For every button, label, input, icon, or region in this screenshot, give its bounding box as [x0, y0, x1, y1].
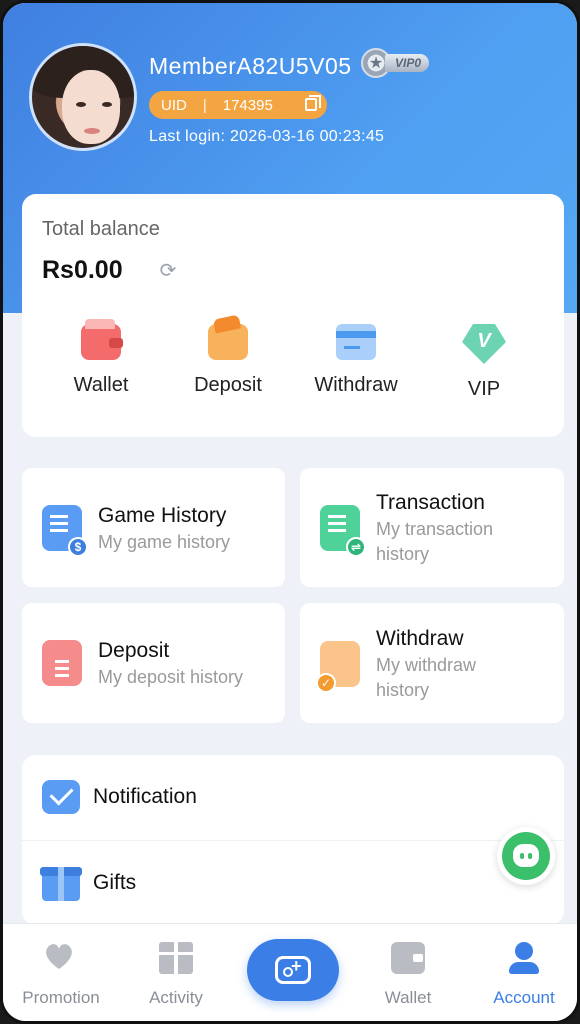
- tile-withdraw-history[interactable]: ✓ Withdraw My withdraw history: [300, 603, 564, 723]
- tile-transaction[interactable]: ⇌ Transaction My transaction history: [300, 468, 564, 587]
- account-screen: MemberA82U5V05 ★ VIP0 UID | 174395 Last …: [0, 0, 580, 1024]
- tab-account[interactable]: Account: [469, 924, 577, 1008]
- quick-action-wallet[interactable]: Wallet: [41, 319, 161, 397]
- uid-value: 174395: [222, 96, 273, 114]
- uid-pill[interactable]: UID | 174395: [149, 91, 327, 119]
- customer-service-chat-button[interactable]: [497, 827, 555, 885]
- copy-icon[interactable]: [305, 95, 321, 111]
- list-item-notification[interactable]: Notification: [22, 755, 564, 839]
- gift-icon: [159, 942, 193, 974]
- gift-icon: [40, 867, 82, 901]
- list-item-gifts[interactable]: Gifts: [22, 840, 564, 924]
- withdraw-card-icon: [336, 324, 376, 360]
- deposit-icon: [208, 324, 248, 360]
- mail-icon: [42, 780, 80, 814]
- tab-wallet[interactable]: Wallet: [353, 924, 463, 1008]
- wallet-icon: [81, 319, 123, 360]
- balance-card: Total balance Rs0.00 ⟳ Wallet Deposit Wi…: [22, 194, 564, 437]
- tile-game-history[interactable]: $ Game History My game history: [22, 468, 285, 587]
- vip-tag: VIP0: [385, 54, 430, 72]
- vip-level-badge: ★ VIP0: [361, 48, 430, 78]
- avatar[interactable]: [29, 43, 137, 151]
- deposit-history-icon: [42, 640, 82, 686]
- balance-value: Rs0.00: [42, 256, 123, 284]
- quick-action-deposit[interactable]: Deposit: [168, 324, 288, 397]
- settings-list: Notification Gifts: [22, 755, 564, 925]
- balance-label: Total balance: [42, 218, 160, 240]
- tile-deposit-history[interactable]: Deposit My deposit history: [22, 603, 285, 723]
- username: MemberA82U5V05: [149, 53, 352, 79]
- vip-diamond-icon: V: [462, 324, 506, 364]
- quick-action-withdraw[interactable]: Withdraw: [296, 324, 416, 397]
- transaction-icon: ⇌: [320, 505, 366, 557]
- wallet-icon: [391, 942, 425, 974]
- chat-bubble-icon: [513, 844, 539, 867]
- tab-promotion[interactable]: Promotion: [6, 924, 116, 1008]
- gamepad-icon: [275, 956, 311, 984]
- refresh-icon[interactable]: ⟳: [156, 260, 180, 282]
- tab-activity[interactable]: Activity: [121, 924, 231, 1008]
- last-login-text: Last login: 2026-03-16 00:23:45: [149, 128, 385, 145]
- uid-label: UID: [161, 96, 187, 114]
- game-history-icon: $: [42, 505, 88, 557]
- heart-icon: [44, 942, 78, 974]
- tab-games-center-button[interactable]: [247, 939, 339, 1001]
- quick-action-vip[interactable]: V VIP: [424, 324, 544, 401]
- withdraw-history-icon: ✓: [316, 641, 360, 693]
- person-icon: [507, 942, 541, 974]
